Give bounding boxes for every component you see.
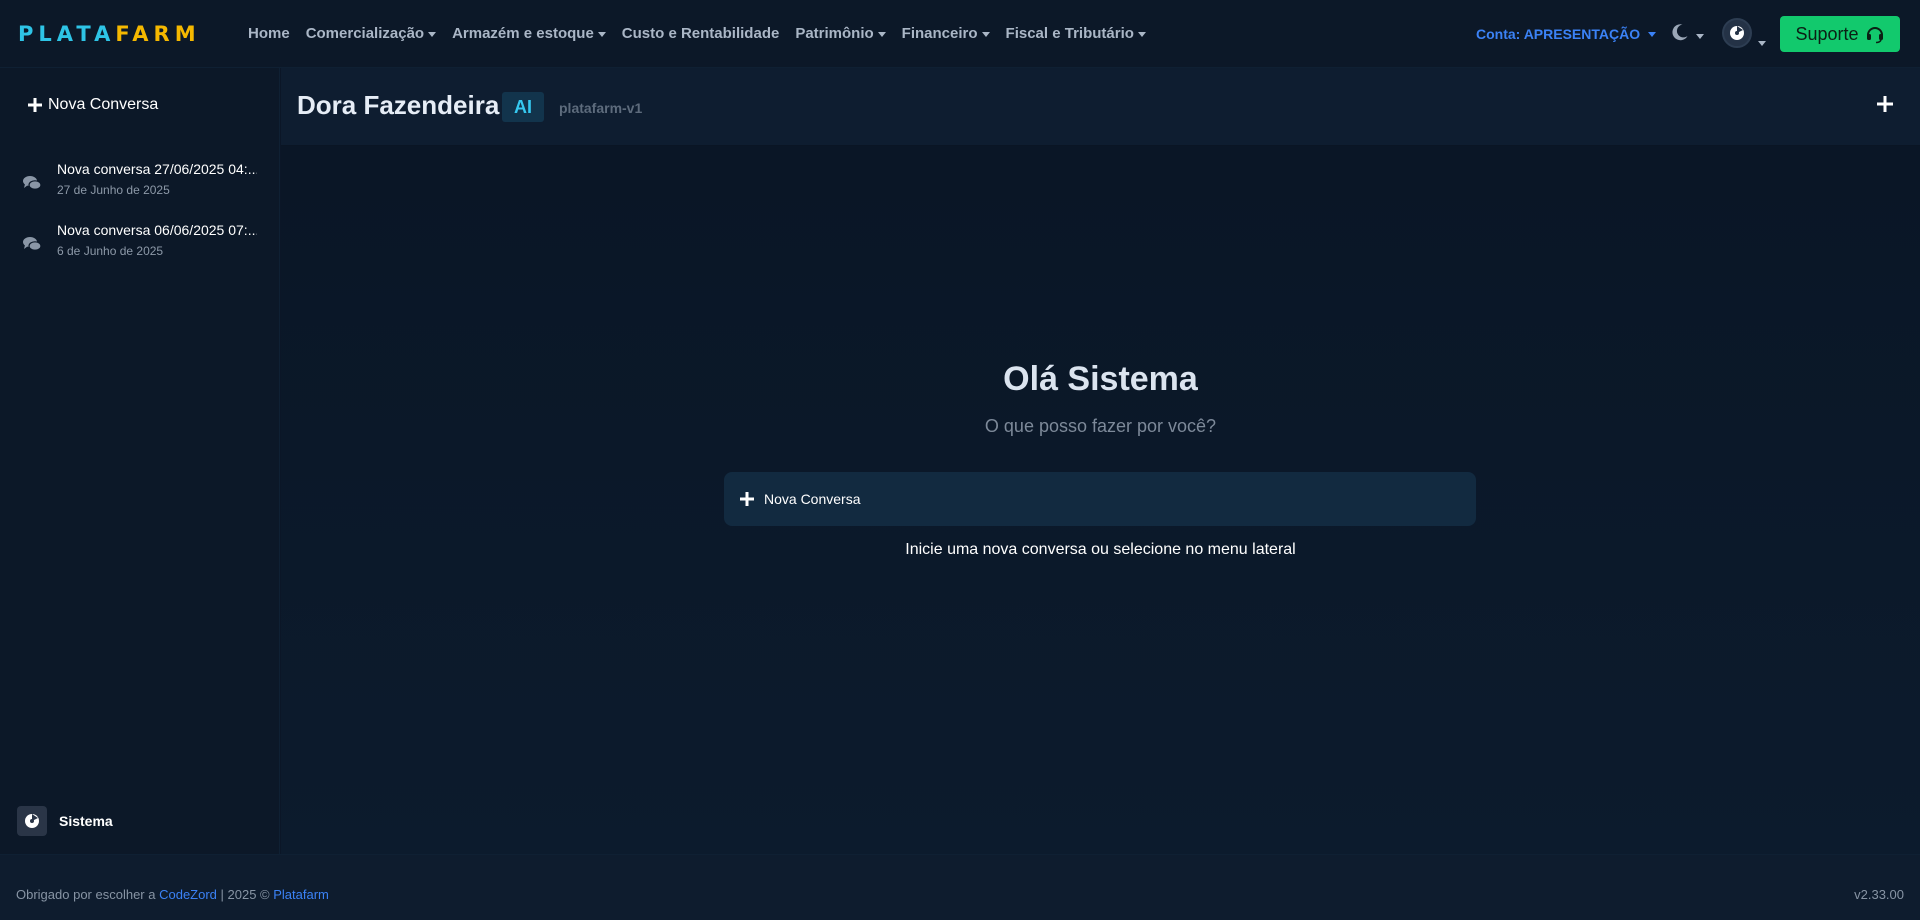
conversation-item[interactable]: Nova conversa 27/06/2025 04:... 27 de Ju… [22, 161, 258, 207]
chevron-down-icon [428, 31, 437, 37]
nav-custo-label: Custo e Rentabilidade [621, 25, 780, 42]
app-version: v2.33.00 [1854, 887, 1904, 902]
chevron-down-icon [1648, 31, 1657, 37]
nav-fiscal-label: Fiscal e Tributário [1005, 25, 1134, 42]
greeting-subtitle: O que posso fazer por você? [984, 416, 1217, 436]
logo-part-plata: PLATA [18, 22, 116, 46]
chevron-down-icon [597, 31, 606, 37]
conversation-title: Nova conversa 06/06/2025 07:... [57, 222, 257, 238]
nav-armazem-estoque[interactable]: Armazém e estoque [452, 24, 606, 44]
nav-patrimonio[interactable]: Patrimônio [795, 24, 886, 44]
ai-badge: AI [502, 92, 544, 122]
chat-header: Dora Fazendeira AI platafarm-v1 [281, 68, 1920, 146]
add-conversation-button[interactable] [1877, 96, 1893, 117]
nav-armazem-label: Armazém e estoque [452, 25, 594, 42]
logo-part-farm: FARM [115, 22, 201, 46]
nav-financeiro[interactable]: Financeiro [902, 24, 990, 44]
footer-credits: Obrigado por escolher a CodeZord | 2025 … [16, 887, 329, 902]
greeting-title: Olá Sistema [1003, 360, 1198, 398]
user-logo-icon [1730, 26, 1744, 40]
nav-patrimonio-label: Patrimônio [795, 25, 874, 42]
account-selector[interactable]: Conta: APRESENTAÇÃO [1476, 24, 1657, 44]
top-navbar: PLATAFARM Home Comercialização Armazém e… [0, 0, 1920, 68]
model-name: platafarm-v1 [559, 100, 643, 116]
theme-toggle[interactable] [1670, 22, 1704, 42]
conversation-date: 27 de Junho de 2025 [57, 183, 170, 197]
comments-icon [23, 237, 42, 251]
user-logo-icon [25, 814, 39, 828]
chevron-down-icon [981, 31, 990, 37]
nav-comercializacao-label: Comercialização [305, 25, 425, 42]
moon-icon [1672, 24, 1688, 41]
nav-home[interactable]: Home [248, 24, 290, 44]
comments-icon [23, 176, 42, 190]
chat-main: Olá Sistema O que posso fazer por você? … [281, 146, 1920, 854]
plus-icon [28, 98, 42, 112]
new-conversation-label: Nova Conversa [48, 96, 159, 113]
plus-icon [740, 492, 754, 506]
nav-home-label: Home [248, 25, 290, 42]
empty-state-hint: Inicie uma nova conversa ou selecione no… [905, 541, 1296, 558]
chevron-down-icon [1758, 41, 1766, 46]
nav-custo-rentabilidade[interactable]: Custo e Rentabilidade [622, 24, 780, 44]
conversation-title: Nova conversa 27/06/2025 04:... [57, 161, 257, 177]
avatar [17, 806, 47, 836]
support-button[interactable]: Suporte [1780, 16, 1900, 52]
conversation-sidebar: Nova Conversa Nova conversa 27/06/2025 0… [0, 68, 280, 854]
conversation-item[interactable]: Nova conversa 06/06/2025 07:... 6 de Jun… [22, 222, 258, 268]
page-title: Dora Fazendeira [297, 90, 500, 120]
start-conversation-button[interactable]: Nova Conversa [724, 472, 1476, 526]
user-menu[interactable] [1722, 18, 1766, 48]
new-conversation-button[interactable]: Nova Conversa [28, 96, 158, 114]
footer-prefix: Obrigado por escolher a [16, 887, 160, 902]
account-label: Conta: APRESENTAÇÃO [1476, 26, 1641, 42]
nav-comercializacao[interactable]: Comercialização [305, 24, 437, 44]
nav-fiscal-tributario[interactable]: Fiscal e Tributário [1006, 24, 1146, 44]
codezord-link[interactable]: CodeZord [159, 887, 217, 902]
user-name: Sistema [59, 813, 113, 829]
footer: Obrigado por escolher a CodeZord | 2025 … [0, 854, 1920, 920]
platafarm-link[interactable]: Platafarm [273, 887, 329, 902]
headset-icon [1866, 27, 1883, 44]
plus-icon [1877, 96, 1893, 112]
nav-financeiro-label: Financeiro [901, 25, 978, 42]
chevron-down-icon [877, 31, 886, 37]
avatar [1722, 18, 1752, 48]
start-conversation-label: Nova Conversa [764, 491, 861, 507]
main-menu: Home Comercialização Armazém e estoque C… [248, 24, 1146, 44]
chevron-down-icon [1696, 33, 1704, 39]
conversation-date: 6 de Junho de 2025 [57, 244, 164, 258]
footer-middle: | 2025 © [216, 887, 274, 902]
chevron-down-icon [1137, 31, 1146, 37]
current-user[interactable]: Sistema [17, 806, 113, 836]
platafarm-logo[interactable]: PLATAFARM [18, 22, 201, 46]
support-label: Suporte [1795, 23, 1859, 44]
